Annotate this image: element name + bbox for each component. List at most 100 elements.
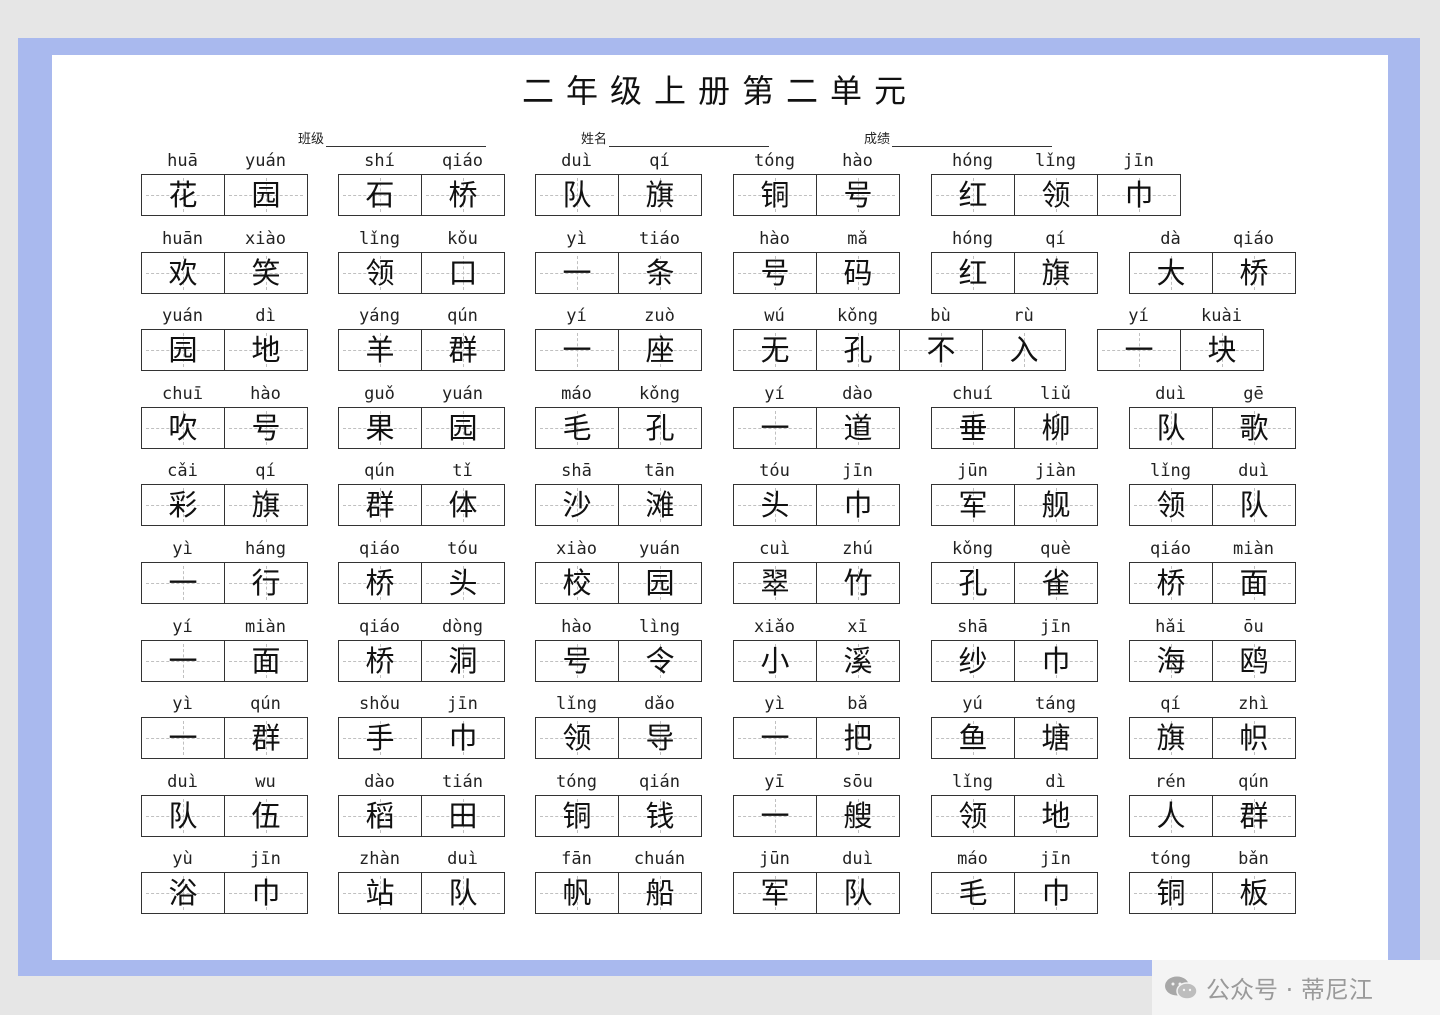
word-group: lǐng dǎo 领导 xyxy=(535,694,702,760)
pinyin: kuài xyxy=(1201,306,1242,327)
word-group: yì qún 一群 xyxy=(141,694,308,760)
character: 巾 xyxy=(448,721,478,756)
character: 号 xyxy=(251,410,281,445)
character: 队 xyxy=(448,876,478,911)
character-boxes: 花园 xyxy=(141,174,308,216)
character: 大 xyxy=(1156,255,1186,290)
character-boxes: 一群 xyxy=(141,717,308,760)
pinyin: tóu xyxy=(759,461,790,482)
character: 稻 xyxy=(365,798,395,833)
character: 人 xyxy=(1156,798,1186,833)
character-boxes: 小溪 xyxy=(733,639,900,682)
character: 孔 xyxy=(843,333,873,368)
pinyin: tóu xyxy=(447,539,478,559)
character: 队 xyxy=(1156,410,1186,445)
pinyin: háng xyxy=(245,539,286,559)
wechat-icon xyxy=(1164,975,1198,1001)
pinyin-row: chuī hào xyxy=(141,384,308,404)
pinyin: yì xyxy=(172,694,193,715)
character: 毛 xyxy=(562,410,592,445)
character-boxes: 队歌 xyxy=(1129,406,1296,449)
character-boxes: 一艘 xyxy=(733,794,900,837)
pinyin: yuán xyxy=(245,151,286,171)
pinyin: xiào xyxy=(556,539,597,559)
character: 军 xyxy=(760,876,790,911)
character-cell: 号 xyxy=(816,175,899,215)
pinyin: lǐng xyxy=(556,694,597,715)
character: 花 xyxy=(168,178,198,212)
pinyin: tān xyxy=(644,461,675,482)
character: 羊 xyxy=(365,333,395,368)
character-cell: 码 xyxy=(816,252,899,293)
word-group: yì háng 一行 xyxy=(141,539,308,604)
pinyin: shā xyxy=(561,461,592,482)
pinyin: yáng xyxy=(359,306,400,327)
word-group: xiào yuán 校园 xyxy=(535,539,702,604)
class-label: 班级 xyxy=(298,132,325,147)
pinyin-row: duì wu xyxy=(141,772,308,792)
character: 孔 xyxy=(958,566,988,600)
word-group: yí kuài 一块 xyxy=(1097,306,1264,372)
character-cell: 座 xyxy=(618,330,701,371)
character-cell: 舰 xyxy=(1014,485,1097,526)
pinyin: liǔ xyxy=(1040,383,1071,404)
character: 一 xyxy=(168,643,198,678)
character: 码 xyxy=(843,255,873,290)
word-group: hǎi ōu 海鸥 xyxy=(1129,617,1296,682)
pinyin-row: wú kǒng bù rù xyxy=(733,306,1066,326)
character-cell: 洞 xyxy=(421,640,504,681)
character: 体 xyxy=(448,488,478,523)
class-blank xyxy=(326,132,487,147)
character-cell: 体 xyxy=(421,485,504,526)
character-cell: 笑 xyxy=(224,252,307,293)
character-boxes: 吹号 xyxy=(141,406,308,449)
score-blank xyxy=(892,132,1053,147)
character-boxes: 军舰 xyxy=(931,484,1098,527)
character: 旗 xyxy=(1041,255,1071,290)
character-cell: 小 xyxy=(734,641,816,681)
pinyin: yī xyxy=(764,771,785,792)
pinyin: jīn xyxy=(1040,616,1071,637)
character-boxes: 队旗 xyxy=(535,174,702,216)
character: 桥 xyxy=(365,566,395,600)
pinyin: qián xyxy=(639,771,680,792)
word-group: xiǎo xī 小溪 xyxy=(733,617,900,682)
pinyin-row: cǎi qí xyxy=(141,461,308,481)
character-cell: 群 xyxy=(1212,795,1295,836)
character: 条 xyxy=(645,255,675,290)
pinyin-row: yí kuài xyxy=(1097,306,1264,326)
character: 领 xyxy=(562,721,592,756)
character-cell: 面 xyxy=(1212,563,1295,603)
character-cell: 歌 xyxy=(1212,407,1295,448)
character-cell: 一 xyxy=(734,718,816,758)
character: 军 xyxy=(958,488,988,523)
word-group: yì bǎ 一把 xyxy=(733,694,900,760)
pinyin-row: yì háng xyxy=(141,539,308,559)
character-boxes: 彩旗 xyxy=(141,484,308,527)
character-cell: 铜 xyxy=(1130,873,1212,913)
character-boxes: 浴巾 xyxy=(141,872,308,915)
pinyin: ōu xyxy=(1243,616,1264,637)
word-group: huān xiào 欢笑 xyxy=(141,229,308,294)
character-cell: 巾 xyxy=(1014,640,1097,681)
character-cell: 旗 xyxy=(618,175,701,215)
pinyin-row: shā jīn xyxy=(931,617,1098,637)
pinyin: dà xyxy=(1160,228,1181,249)
word-group: shā tān 沙滩 xyxy=(535,461,702,527)
word-group: hào mǎ 号码 xyxy=(733,229,900,294)
character-boxes: 人群 xyxy=(1129,794,1296,837)
word-group: cǎi qí 彩旗 xyxy=(141,461,308,527)
word-group: jūn duì 军队 xyxy=(733,849,900,915)
pinyin: chuí xyxy=(952,383,993,404)
character: 站 xyxy=(365,876,395,911)
character: 一 xyxy=(562,255,592,290)
character-boxes: 海鸥 xyxy=(1129,639,1296,682)
character-cell: 军 xyxy=(734,873,816,913)
character-cell: 竹 xyxy=(816,563,899,603)
pinyin: chuán xyxy=(633,849,686,870)
character-cell: 滩 xyxy=(618,485,701,526)
pinyin: zhú xyxy=(842,539,873,559)
character-boxes: 桥面 xyxy=(1129,562,1296,604)
pinyin: fān xyxy=(561,849,592,870)
pinyin: zuò xyxy=(644,306,675,327)
